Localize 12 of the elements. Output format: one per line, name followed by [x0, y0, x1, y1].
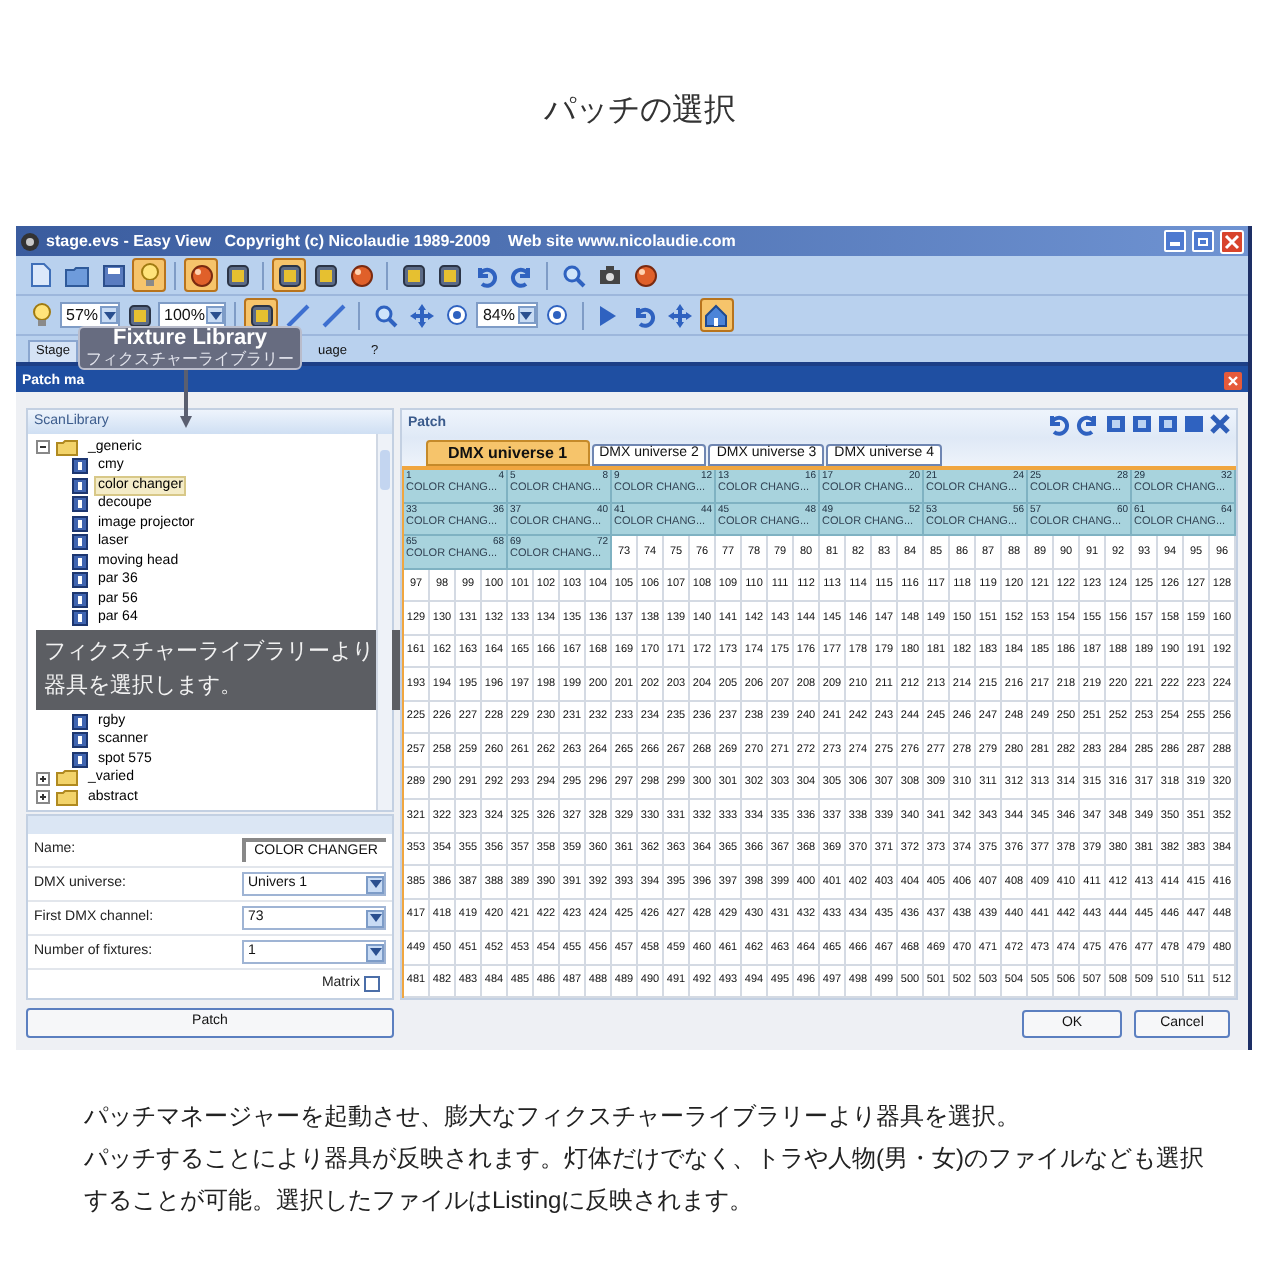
tooltip-subtitle: フィクスチャーライブラリー: [86, 350, 294, 368]
description-line: パッチマネージャーを起動させ、膨大なフィクスチャーライブラリーより器具を選択。: [84, 1100, 1022, 1134]
tooltip-title: Fixture Library: [112, 328, 268, 350]
page-heading: パッチの選択: [544, 91, 736, 131]
description-line: パッチすることにより器具が反映されます。灯体だけでなく、トラや人物(男・女)のファイルなども選択: [84, 1142, 1206, 1176]
window-title: stage.evs - Easy View Copyright (c) Nicolaudie 1989-2009 Web site www.nicolaudie.com: [46, 229, 736, 253]
zoom-dropdown[interactable]: 84%: [476, 302, 537, 328]
zoom-dropdown[interactable]: 57%: [60, 302, 121, 328]
universe-tab[interactable]: DMX universe 1: [426, 440, 590, 466]
zoom-dropdown[interactable]: 100%: [158, 302, 227, 328]
description-line: することが可能。選択したファイルはListingに反映されます。: [84, 1184, 756, 1218]
callout-caption: フィクスチャーライブラリーより器具を選択します。: [36, 630, 400, 710]
